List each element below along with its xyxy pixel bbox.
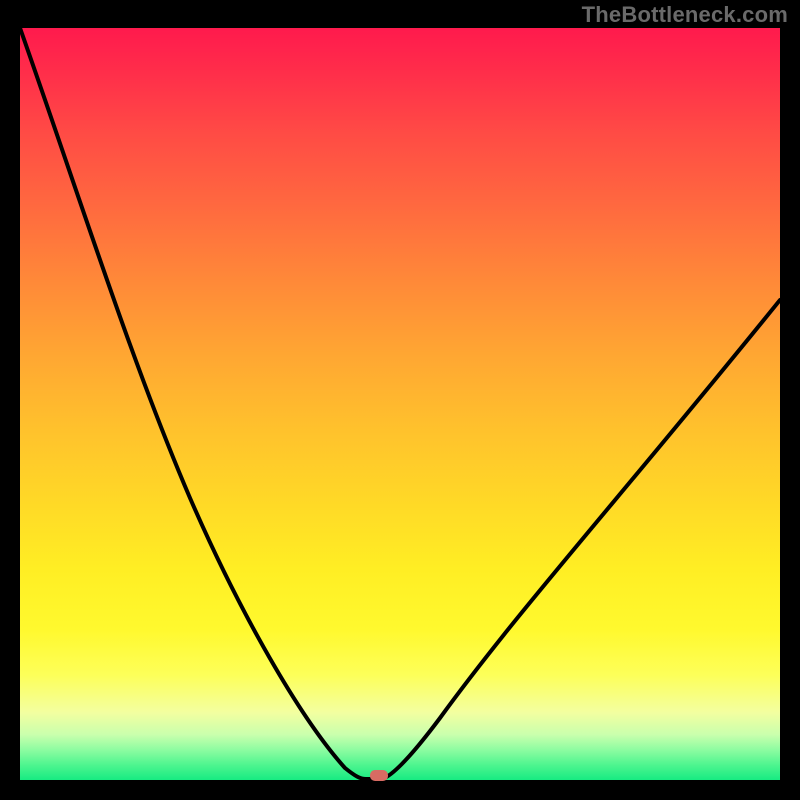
curve-layer	[20, 28, 780, 780]
valley-marker	[370, 770, 388, 781]
watermark-text: TheBottleneck.com	[582, 2, 788, 28]
chart-container: TheBottleneck.com	[0, 0, 800, 800]
bottleneck-curve	[20, 28, 780, 779]
plot-frame	[20, 28, 780, 780]
